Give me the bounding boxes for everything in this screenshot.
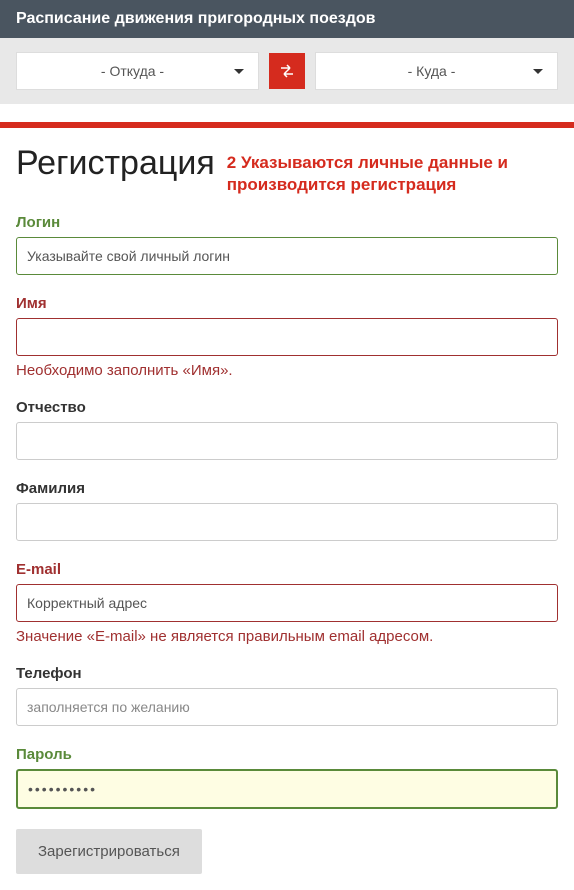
name-label: Имя [16,295,558,312]
from-dropdown[interactable]: - Откуда - [16,52,259,90]
phone-input[interactable] [16,688,558,726]
from-placeholder: - Откуда - [31,63,234,79]
password-group: Пароль [16,746,558,809]
header-bar: Расписание движения пригородных поездов [0,0,574,38]
to-placeholder: - Куда - [330,63,533,79]
to-dropdown[interactable]: - Куда - [315,52,558,90]
email-label: E-mail [16,561,558,578]
name-group: Имя Необходимо заполнить «Имя». [16,295,558,379]
email-group: E-mail Значение «E-mail» не является пра… [16,561,558,645]
page-title: Регистрация [16,144,215,183]
submit-button[interactable]: Зарегистрироваться [16,829,202,874]
password-input[interactable] [16,769,558,809]
content-area: Регистрация 2 Указываются личные данные … [0,128,574,890]
chevron-down-icon [234,69,244,74]
swap-button[interactable] [269,53,305,89]
annotation-text: 2 Указываются личные данные и производит… [227,152,558,196]
chevron-down-icon [533,69,543,74]
name-error: Необходимо заполнить «Имя». [16,362,558,379]
header-title: Расписание движения пригородных поездов [16,10,375,27]
login-group: Логин [16,214,558,275]
phone-label: Телефон [16,665,558,682]
patronymic-input[interactable] [16,422,558,460]
patronymic-group: Отчество [16,399,558,460]
title-row: Регистрация 2 Указываются личные данные … [16,144,558,196]
search-bar: - Откуда - - Куда - [0,38,574,104]
email-input[interactable] [16,584,558,622]
surname-group: Фамилия [16,480,558,541]
name-input[interactable] [16,318,558,356]
surname-input[interactable] [16,503,558,541]
login-label: Логин [16,214,558,231]
password-label: Пароль [16,746,558,763]
phone-group: Телефон [16,665,558,726]
login-input[interactable] [16,237,558,275]
surname-label: Фамилия [16,480,558,497]
patronymic-label: Отчество [16,399,558,416]
swap-icon [279,63,295,79]
email-error: Значение «E-mail» не является правильным… [16,628,558,645]
